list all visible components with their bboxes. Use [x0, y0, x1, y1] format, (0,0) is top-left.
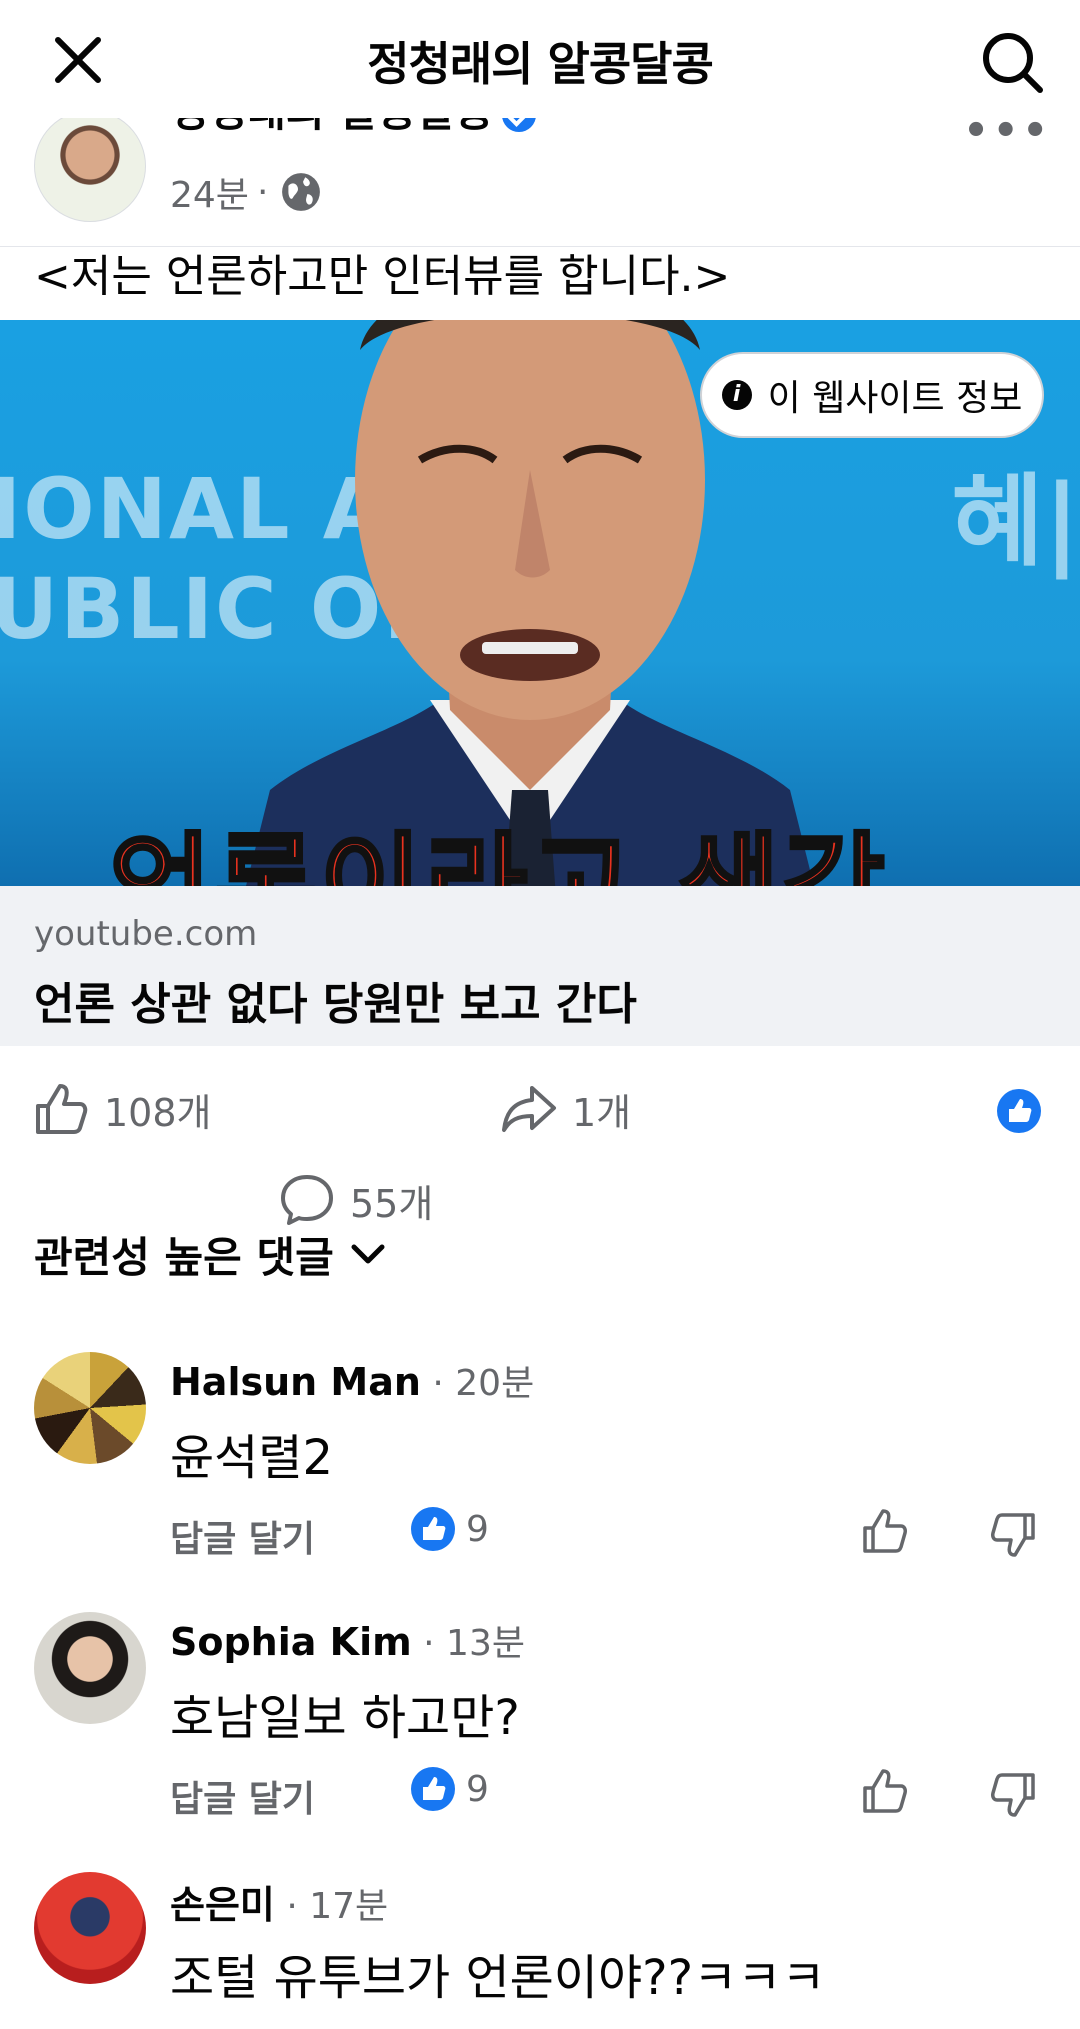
- comment-time: 13분: [446, 1623, 525, 1664]
- thumbs-up-icon[interactable]: [860, 1506, 910, 1556]
- reply-button[interactable]: 답글 달기: [170, 1510, 315, 1562]
- info-icon: i: [721, 380, 752, 410]
- comment-item: Sophia Kim · 13분 호남일보 하고만? 답글 달기 9: [0, 1612, 1080, 1852]
- comment-actions: 답글 달기 9: [170, 1506, 1050, 1566]
- search-icon[interactable]: [980, 30, 1046, 96]
- comment-like-count: 9: [466, 1768, 489, 1810]
- comment-sort-dropdown[interactable]: 관련성 높은 댓글: [34, 1224, 388, 1285]
- top-app-bar: 정청래의 알콩달콩: [0, 0, 1080, 118]
- link-title: 언론 상관 없다 당원만 보고 간다: [34, 979, 637, 1030]
- like-reaction-icon[interactable]: [996, 1088, 1042, 1134]
- thumbnail-background-text: 혜|: [951, 463, 1080, 580]
- commenter-avatar[interactable]: [34, 1612, 146, 1724]
- commenter-name[interactable]: 손은미 · 17분: [170, 1874, 388, 1929]
- comment-sort-label: 관련성 높은 댓글: [34, 1233, 334, 1282]
- like-reaction-icon: [411, 1767, 455, 1811]
- post-header: 정청래의 알콩달콩 ••• 24분 ·: [0, 100, 1080, 248]
- thumbs-down-icon[interactable]: [988, 1770, 1038, 1820]
- link-domain: youtube.com: [34, 914, 258, 954]
- chevron-down-icon: [351, 1244, 385, 1263]
- share-count: 1개: [572, 1090, 632, 1135]
- comment-count: 55개: [350, 1181, 434, 1226]
- post-text: <저는 언론하고만 인터뷰를 합니다.>: [34, 251, 731, 302]
- post-time[interactable]: 24분: [170, 166, 249, 218]
- thumbs-up-icon: [36, 1084, 88, 1134]
- comment-like-count: 9: [466, 1508, 489, 1550]
- page-title: 정청래의 알콩달콩: [367, 37, 714, 91]
- comment-item: Halsun Man · 20분 윤석렬2 답글 달기 9: [0, 1352, 1080, 1592]
- comment-icon: [281, 1175, 333, 1225]
- comment-button[interactable]: 55개: [278, 1080, 1080, 1320]
- comment-text: 호남일보 하고만?: [170, 1690, 520, 1746]
- comment-item: 손은미 · 17분 조털 유투브가 언론이야??ㅋㅋㅋ: [0, 1872, 1080, 2029]
- comment-actions: 답글 달기 9: [170, 1766, 1050, 1826]
- website-info-button[interactable]: i 이 웹사이트 정보: [700, 352, 1044, 438]
- thumbs-up-icon[interactable]: [860, 1766, 910, 1816]
- comment-reaction-summary[interactable]: 9: [410, 1506, 489, 1552]
- commenter-name[interactable]: Halsun Man · 20분: [170, 1354, 534, 1406]
- comment-text: 윤석렬2: [170, 1430, 334, 1486]
- meta-separator: ·: [256, 171, 269, 213]
- globe-icon: [282, 173, 321, 211]
- reply-button[interactable]: 답글 달기: [170, 1770, 315, 1822]
- like-reaction-icon: [411, 1507, 455, 1551]
- commenter-avatar[interactable]: [34, 1352, 146, 1464]
- share-button[interactable]: 1개: [500, 1080, 631, 1138]
- screen: 정청래의 알콩달콩 ••• 24분 · 정청래의 알콩달콩 <저는 언론하고만: [0, 0, 1080, 2029]
- page-avatar[interactable]: [34, 110, 146, 222]
- thumbs-down-icon[interactable]: [988, 1510, 1038, 1560]
- post-actions: 108개 55개 1개: [0, 1066, 1080, 1226]
- thumbnail-caption-text: 언론이라고 생각: [108, 820, 889, 886]
- comment-reaction-summary[interactable]: 9: [410, 1766, 489, 1812]
- commenter-name[interactable]: Sophia Kim · 13분: [170, 1614, 525, 1666]
- share-icon: [502, 1086, 556, 1132]
- comment-text: 조털 유투브가 언론이야??ㅋㅋㅋ: [170, 1950, 826, 2006]
- website-info-label: 이 웹사이트 정보: [767, 378, 1023, 419]
- comment-time: 20분: [455, 1363, 535, 1404]
- comment-time: 17분: [309, 1886, 389, 1927]
- like-count: 108개: [104, 1090, 212, 1135]
- link-preview-image[interactable]: IONAL ASS UBLIC OF K 혜| i 이 웹사이트 정보 언론이라…: [0, 320, 1080, 886]
- like-button[interactable]: 108개: [32, 1080, 212, 1138]
- thumbnail-caption: 언론이라고 생각: [0, 776, 1080, 886]
- link-meta[interactable]: youtube.com 언론 상관 없다 당원만 보고 간다: [0, 886, 1080, 1046]
- post-meta: 24분 ·: [170, 166, 322, 218]
- commenter-avatar[interactable]: [34, 1872, 146, 1984]
